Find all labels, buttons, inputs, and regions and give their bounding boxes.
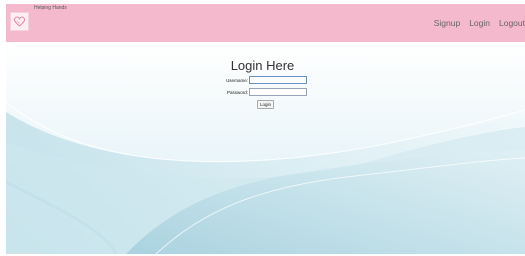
login-title: Login Here [230, 58, 295, 73]
heart-logo-icon[interactable] [10, 12, 29, 31]
top-nav: Signup Login Logout [434, 18, 525, 28]
nav-signup-link[interactable]: Signup [434, 18, 460, 28]
password-label: Password: [226, 89, 248, 95]
password-row: Password: [221, 88, 307, 96]
nav-login-link[interactable]: Login [469, 18, 490, 28]
username-input[interactable] [249, 76, 307, 84]
password-input[interactable] [249, 88, 307, 96]
header-bar: Helping Hands Signup Login Logout [6, 4, 525, 42]
brand-name: Helping Hands [34, 5, 67, 11]
username-row: Username: [221, 76, 307, 84]
login-button[interactable]: Login [257, 100, 274, 109]
username-label: Username: [225, 77, 248, 83]
nav-logout-link[interactable]: Logout [499, 18, 525, 28]
background-swirl [6, 42, 525, 254]
